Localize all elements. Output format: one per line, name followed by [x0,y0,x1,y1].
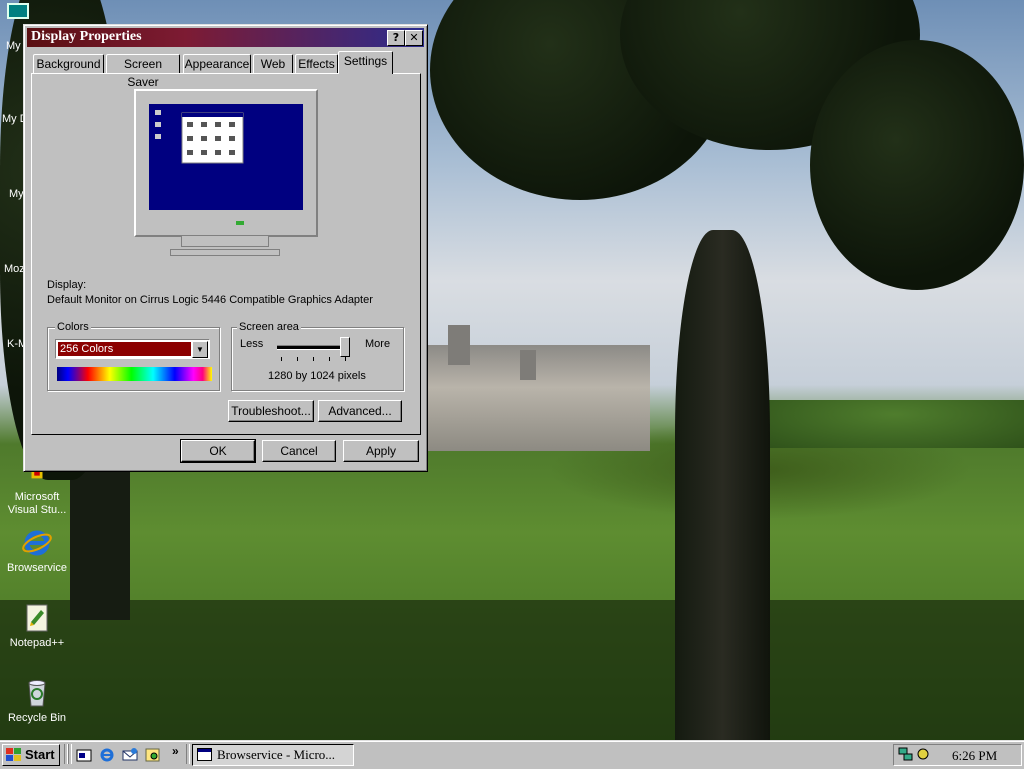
slider-more-label: More [365,338,391,350]
start-button[interactable]: Start [2,744,60,766]
wallpaper-chateau-tower [448,325,470,365]
network-tray-icon[interactable] [898,746,914,762]
colors-group-label: Colors [55,321,91,333]
desktop-icon-notepadpp[interactable]: Notepad++ [0,602,74,650]
screen-area-slider-track[interactable] [277,345,347,350]
color-palette-bar [57,367,212,381]
slider-tick [345,357,346,361]
taskbar-task-browservice[interactable]: Browservice - Micro... [192,744,354,766]
wallpaper-tree-trunk [70,470,130,620]
cancel-button[interactable]: Cancel [262,440,336,462]
advanced-button[interactable]: Advanced... [318,400,402,422]
desktop-icon-label: Recycle Bin [7,712,67,724]
tab-appearance[interactable]: Appearance [183,54,251,73]
wallpaper-chateau-tower [520,350,536,380]
slider-less-label: Less [240,338,264,350]
taskbar: Start » Browservice - Micro... 6:26 PM [0,740,1024,769]
desktop-icon-visual-studio[interactable]: Microsoft Visual Stu... [0,466,74,517]
troubleshoot-button[interactable]: Troubleshoot... [228,400,314,422]
show-desktop-icon[interactable] [76,747,92,763]
quick-launch-more[interactable]: » [172,744,179,758]
window-icon [197,748,212,761]
recycle-bin-icon [28,680,46,707]
monitor-preview [134,89,318,237]
colors-group [47,327,220,391]
desktop-icon-label: Browservice [7,562,67,574]
tab-settings[interactable]: Settings [338,51,393,74]
wallpaper-shadow [0,600,1024,740]
taskbar-clock[interactable]: 6:26 PM [952,748,997,764]
desktop-icon-label: My [9,188,24,200]
windows-logo-icon [6,748,21,761]
close-icon: ✕ [409,31,419,44]
desktop-icon-recycle-bin[interactable]: Recycle Bin [0,677,74,725]
display-properties-dialog[interactable]: Display Properties ? ✕ Background Screen… [23,24,428,472]
tab-effects[interactable]: Effects [295,54,338,73]
slider-tick [329,357,330,361]
taskbar-separator [68,744,72,764]
desktop-icon-label: Notepad++ [9,637,65,649]
tab-screen-saver[interactable]: Screen Saver [106,54,180,89]
preview-desktop-icon [149,110,303,218]
ok-button[interactable]: OK [180,439,256,463]
monitor-base [170,249,280,256]
slider-tick [313,357,314,361]
wallpaper-tree-trunk [675,230,770,740]
display-adapter-text: Default Monitor on Cirrus Logic 5446 Com… [47,294,373,306]
desktop-icon-mozilla[interactable]: Moz [4,263,25,276]
screen-area-group-label: Screen area [237,321,301,333]
monitor-preview-screen [149,104,303,218]
slider-tick [297,357,298,361]
system-tray: 6:26 PM [893,744,1022,766]
dialog-title: Display Properties [31,29,142,44]
tab-web[interactable]: Web [253,54,293,73]
tab-background[interactable]: Background [33,54,104,73]
help-button[interactable]: ? [387,30,405,46]
apply-button[interactable]: Apply [343,440,419,462]
desktop-icon-label: Microsoft Visual Stu... [7,491,67,516]
power-led-icon [236,221,244,225]
outlook-icon[interactable] [122,747,138,763]
start-label: Start [25,747,55,762]
monitor-stand [181,236,269,247]
internet-explorer-icon [22,530,52,556]
display-label: Display: [47,279,87,291]
wallpaper-canopy [810,40,1024,290]
screen-area-slider-thumb[interactable] [340,337,350,357]
slider-tick [281,357,282,361]
channels-icon[interactable] [145,747,161,763]
desktop-icon-network[interactable]: My [9,188,24,201]
computer-icon [7,3,29,19]
colors-dropdown-value: 256 Colors [58,342,191,356]
taskbar-separator [186,744,190,764]
wallpaper-hedges [765,400,1024,448]
resolution-text: 1280 by 1024 pixels [268,370,366,382]
desktop-icon-label: Moz [4,263,25,275]
dialog-titlebar[interactable]: Display Properties ? ✕ [27,28,424,47]
internet-explorer-icon[interactable] [99,747,115,763]
chevron-down-icon[interactable]: ▼ [192,341,208,358]
notepad-icon [26,604,48,632]
taskbar-task-label: Browservice - Micro... [217,747,336,762]
desktop-icon-browservice[interactable]: Browservice [0,527,74,575]
colors-dropdown[interactable]: 256 Colors ▼ [55,339,210,359]
close-button[interactable]: ✕ [405,30,423,46]
volume-tray-icon[interactable] [916,746,930,762]
